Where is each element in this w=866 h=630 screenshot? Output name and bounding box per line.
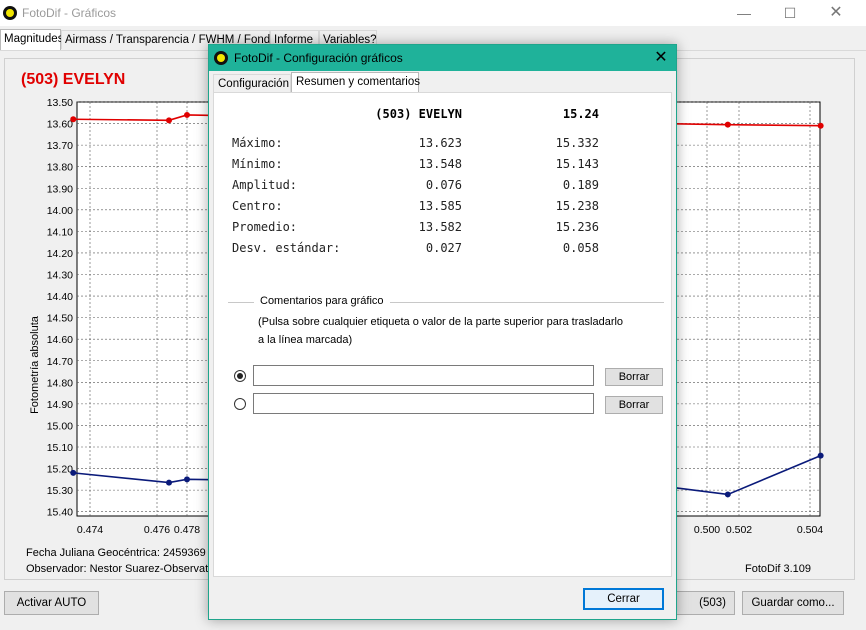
y-tick-label: 14.60: [47, 334, 73, 346]
summary-label[interactable]: Máximo:: [232, 136, 283, 150]
star-select-button[interactable]: (503) EVELYN: [669, 591, 735, 615]
summary-value[interactable]: 15.236: [504, 220, 599, 234]
julian-date-label: Fecha Juliana Geocéntrica: 2459369 +: [26, 547, 216, 559]
activar-auto-button[interactable]: Activar AUTO: [4, 591, 99, 615]
tab-resumen[interactable]: Resumen y comentarios: [291, 72, 420, 93]
y-tick-label: 13.80: [47, 162, 73, 174]
save-as-button[interactable]: Guardar como...: [742, 591, 844, 615]
summary-value[interactable]: 15.238: [504, 199, 599, 213]
summary-value[interactable]: 13.582: [364, 220, 462, 234]
data-point: [724, 491, 731, 498]
y-tick-label: 13.50: [47, 97, 73, 109]
y-tick-label: 14.30: [47, 270, 73, 282]
comment-input-1[interactable]: [253, 365, 594, 386]
data-point: [724, 121, 731, 128]
dialog-titlebar: FotoDif - Configuración gráficos ✕: [209, 45, 676, 71]
summary-panel: (503) EVELYN 15.24 Máximo: 13.623 15.332…: [213, 92, 672, 577]
main-titlebar: FotoDif - Gráficos — ☐ ✕: [0, 0, 866, 26]
summary-value[interactable]: 15.143: [504, 157, 599, 171]
data-point: [70, 116, 77, 123]
maximize-button[interactable]: ☐: [767, 0, 813, 26]
x-tick-label: 0.478: [174, 524, 200, 536]
minimize-button[interactable]: —: [721, 0, 767, 26]
summary-value[interactable]: 0.058: [504, 241, 599, 255]
y-tick-label: 13.60: [47, 119, 73, 131]
data-point: [184, 476, 190, 483]
fotodif-app-icon: [3, 6, 17, 20]
config-dialog: FotoDif - Configuración gráficos ✕ Confi…: [208, 44, 677, 620]
y-tick-label: 15.20: [47, 464, 73, 476]
tab-magnitudes[interactable]: Magnitudes: [0, 29, 63, 50]
dialog-title: FotoDif - Configuración gráficos: [234, 51, 403, 65]
summary-label[interactable]: Desv. estándar:: [232, 241, 340, 255]
summary-value[interactable]: 15.332: [504, 136, 599, 150]
window-title: FotoDif - Gráficos: [22, 6, 117, 20]
summary-label[interactable]: Amplitud:: [232, 178, 297, 192]
data-point: [166, 117, 172, 124]
summary-value[interactable]: 0.027: [364, 241, 462, 255]
dialog-close-button[interactable]: ✕: [649, 47, 673, 69]
star-title: (503) EVELYN: [21, 71, 126, 88]
comments-help-text: a la línea marcada): [258, 334, 353, 346]
summary-value[interactable]: 13.623: [364, 136, 462, 150]
y-tick-label: 13.90: [47, 183, 73, 195]
summary-value[interactable]: 0.189: [504, 178, 599, 192]
y-tick-label: 14.00: [47, 205, 73, 217]
data-point: [817, 452, 824, 459]
close-dialog-button[interactable]: Cerrar: [583, 588, 664, 610]
close-button[interactable]: ✕: [813, 0, 859, 26]
observer-label: Observador: Nestor Suarez-Observato: [26, 563, 215, 575]
y-tick-label: 14.20: [47, 248, 73, 260]
y-tick-label: 15.30: [47, 485, 73, 497]
summary-label[interactable]: Mínimo:: [232, 157, 283, 171]
tab-configuracion[interactable]: Configuración: [213, 74, 291, 92]
dialog-tabstrip: Configuración Resumen y comentarios: [213, 72, 672, 93]
y-tick-label: 14.80: [47, 377, 73, 389]
y-tick-label: 13.70: [47, 140, 73, 152]
comments-help-text: (Pulsa sobre cualquier etiqueta o valor …: [258, 316, 624, 328]
version-label: FotoDif 3.109: [745, 563, 812, 575]
clear-comment-2-button[interactable]: Borrar: [605, 396, 663, 414]
x-tick-label: 0.500: [694, 524, 720, 536]
x-tick-label: 0.474: [77, 524, 103, 536]
x-tick-label: 0.502: [726, 524, 752, 536]
data-point: [184, 111, 190, 118]
summary-value[interactable]: 13.585: [364, 199, 462, 213]
comment-line-1-radio[interactable]: [234, 370, 246, 382]
summary-value[interactable]: 0.076: [364, 178, 462, 192]
fotodif-app-icon: [214, 51, 228, 65]
summary-value[interactable]: 13.548: [364, 157, 462, 171]
y-tick-label: 14.90: [47, 399, 73, 411]
y-tick-label: 15.40: [47, 507, 73, 519]
y-tick-label: 14.10: [47, 226, 73, 238]
y-tick-label: 14.40: [47, 291, 73, 303]
y-tick-label: 15.10: [47, 442, 73, 454]
y-tick-label: 15.00: [47, 420, 73, 432]
y-tick-label: 14.50: [47, 313, 73, 325]
data-point: [166, 479, 172, 486]
data-point: [817, 122, 824, 129]
comments-group-title: Comentarios para gráfico: [254, 295, 390, 307]
y-tick-label: 14.70: [47, 356, 73, 368]
comment-line-2-radio[interactable]: [234, 398, 246, 410]
x-tick-label: 0.504: [797, 524, 823, 536]
summary-magnitude[interactable]: 15.24: [504, 107, 599, 121]
data-point: [70, 469, 77, 476]
comment-input-2[interactable]: [253, 393, 594, 414]
y-axis-title: Fotometría absoluta: [29, 316, 41, 414]
summary-label[interactable]: Centro:: [232, 199, 283, 213]
summary-label[interactable]: Promedio:: [232, 220, 297, 234]
clear-comment-1-button[interactable]: Borrar: [605, 368, 663, 386]
summary-star-name[interactable]: (503) EVELYN: [364, 107, 462, 121]
x-tick-label: 0.476: [144, 524, 170, 536]
